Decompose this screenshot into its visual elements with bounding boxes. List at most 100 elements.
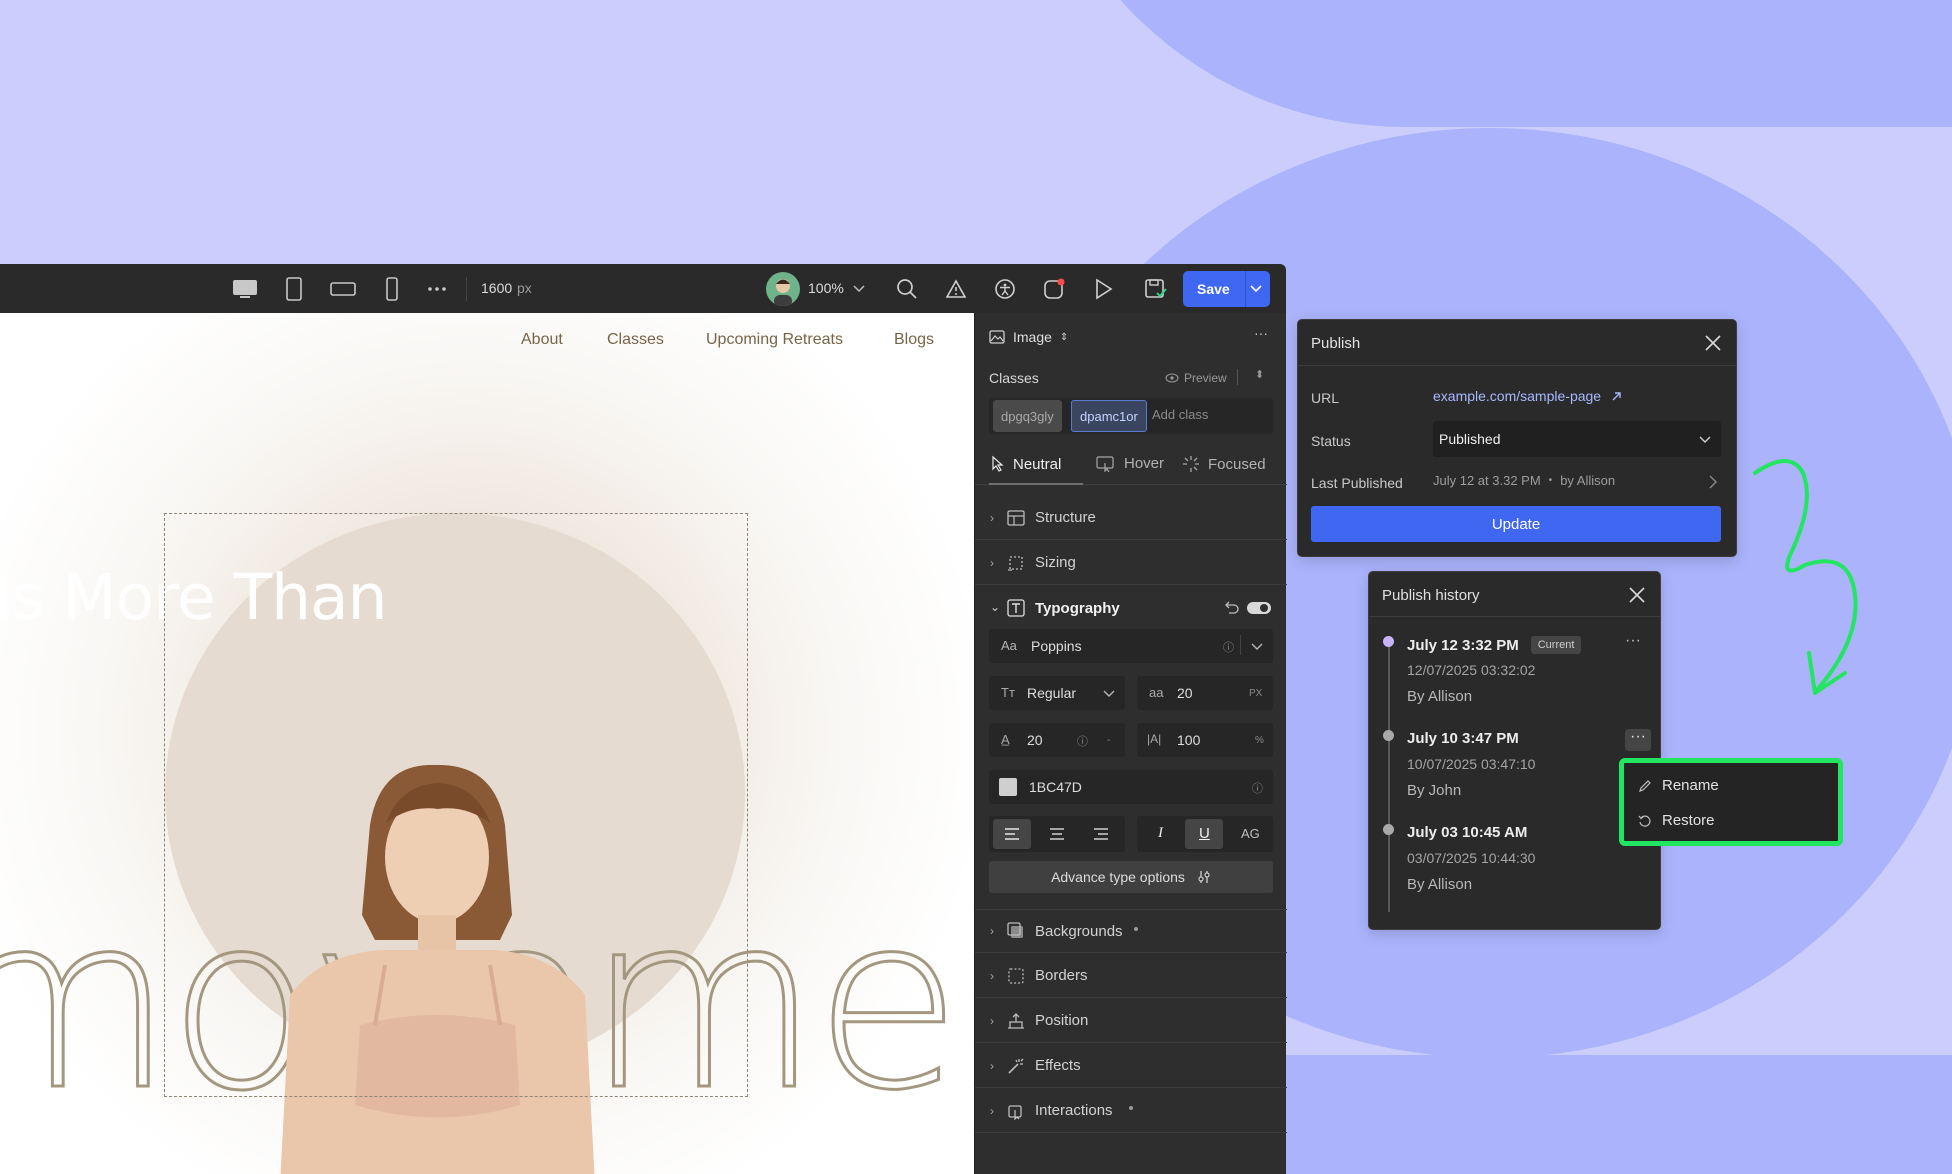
last-published-info[interactable]: July 12 at 3.32 PM • by Allison [1433,473,1615,488]
section-label: Interactions [1035,1102,1113,1119]
letter-spacing-field[interactable]: |A| 100 % [1137,723,1273,757]
chevron-right-icon: › [990,555,994,570]
tablet-icon[interactable] [281,276,307,302]
nav-link-retreats[interactable]: Upcoming Retreats [706,331,843,349]
chevron-down-icon[interactable] [846,276,872,302]
state-tabs: Neutral Hover Focused [975,443,1287,485]
line-height-field[interactable]: A̲ 20 ⓘ - [989,723,1125,757]
history-item-timestamp: 10/07/2025 03:47:10 [1407,756,1536,772]
update-button[interactable]: Update [1311,506,1721,542]
text-color-field[interactable]: 1BC47D ⓘ [989,770,1273,804]
font-weight-select[interactable]: Tт Regular [989,676,1125,710]
italic-button[interactable]: I [1158,825,1163,842]
typography-toggle[interactable] [1247,602,1271,614]
close-icon[interactable] [1702,332,1724,354]
font-family-select[interactable]: Aa Poppins ⓘ [989,629,1273,663]
zoom-level[interactable]: 100% [808,280,844,296]
history-item[interactable]: July 12 3:32 PM Current 12/07/2025 03:32… [1407,636,1582,705]
section-effects[interactable]: › Effects [975,1044,1287,1088]
info-icon[interactable]: ⓘ [1223,639,1234,655]
align-center-icon[interactable] [1049,828,1065,840]
class-chip[interactable]: dpgq3gly [993,400,1062,432]
canvas-width-value[interactable]: 1600 [481,280,512,296]
url-link[interactable]: example.com/sample-page [1433,388,1622,404]
line-height-value[interactable]: 20 [1027,732,1043,748]
section-borders[interactable]: › Borders [975,954,1287,998]
section-position[interactable]: › Position [975,999,1287,1043]
mobile-icon[interactable] [379,276,405,302]
more-options-icon[interactable]: ··· [1254,325,1268,341]
backgrounds-icon [1007,922,1023,938]
save-button[interactable]: Save [1183,271,1270,307]
chevron-down-icon[interactable] [1250,281,1262,300]
uppercase-button[interactable]: AG [1241,826,1260,841]
save-status-icon[interactable] [1143,276,1169,302]
history-item[interactable]: July 10 3:47 PM 10/07/2025 03:47:10 By J… [1407,730,1535,799]
tab-focused[interactable]: Focused [1182,455,1266,473]
timeline-dot [1383,824,1394,835]
section-sizing[interactable]: › Sizing [975,541,1287,585]
font-size-value[interactable]: 20 [1177,685,1193,701]
line-height-icon: A̲ [1001,732,1010,747]
design-canvas[interactable]: About Classes Upcoming Retreats Blogs Is… [0,313,974,1174]
section-typography[interactable]: ⌄ Typography [975,588,1287,628]
play-icon[interactable] [1090,276,1116,302]
tablet-landscape-icon[interactable] [330,276,356,302]
underline-label: U [1199,825,1210,842]
more-icon[interactable] [424,276,450,302]
section-label: Effects [1035,1057,1081,1074]
color-swatch[interactable] [999,778,1017,796]
font-size-field[interactable]: aa 20 PX [1137,676,1273,710]
rename-menu-item[interactable]: Rename [1638,777,1719,794]
interactions-icon [1008,1104,1022,1120]
align-right-icon[interactable] [1093,828,1109,840]
color-hex-value[interactable]: 1BC47D [1029,779,1082,795]
status-select[interactable]: Published [1433,421,1721,457]
nav-link-about[interactable]: About [521,331,563,349]
more-options-icon[interactable]: ··· [1625,729,1651,751]
add-class-input[interactable]: Add class [1152,407,1208,422]
tab-neutral[interactable]: Neutral [989,455,1061,473]
info-icon[interactable]: ⓘ [1077,733,1088,749]
selected-element-outline [164,513,748,1097]
more-options-icon[interactable]: ··· [1625,632,1641,650]
section-structure[interactable]: › Structure [975,496,1287,540]
nav-link-classes[interactable]: Classes [607,331,664,349]
chevron-right-icon[interactable] [1709,475,1717,489]
avatar[interactable] [766,272,800,306]
preview-toggle[interactable]: Preview [1184,371,1227,385]
last-published-value: July 12 at 3.32 PM [1433,473,1541,488]
sort-icon[interactable]: ⇕ [1060,332,1068,343]
align-left-icon [1005,828,1019,840]
typography-icon [1007,599,1025,617]
class-selector[interactable]: dpgq3gly dpamc1or Add class [989,398,1273,434]
section-interactions[interactable]: › Interactions [975,1089,1287,1133]
accessibility-icon[interactable] [992,276,1018,302]
chevron-right-icon: › [990,968,994,983]
info-icon[interactable]: ⓘ [1252,780,1263,796]
effects-icon [1008,1058,1024,1074]
nav-link-blogs[interactable]: Blogs [894,331,934,349]
letter-spacing-value[interactable]: 100 [1177,732,1200,748]
close-icon[interactable] [1626,584,1648,606]
section-backgrounds[interactable]: › Backgrounds [975,909,1287,953]
undo-icon[interactable] [1223,601,1239,615]
warning-icon[interactable] [943,276,969,302]
timeline-dot [1383,730,1394,741]
history-item[interactable]: July 03 10:45 AM 03/07/2025 10:44:30 By … [1407,824,1535,893]
class-chip-active[interactable]: dpamc1or [1071,400,1147,432]
element-type-label[interactable]: Image [1013,329,1052,345]
underline-button[interactable]: U [1185,819,1223,849]
expand-icon[interactable]: ⬍ [1255,368,1264,381]
restore-menu-item[interactable]: Restore [1638,812,1715,829]
align-left-button[interactable] [993,819,1031,849]
tab-hover[interactable]: Hover [1096,455,1164,472]
tab-underline [989,483,1083,485]
section-label: Backgrounds [1035,922,1123,940]
history-item-timestamp: 12/07/2025 03:32:02 [1407,662,1536,678]
letter-spacing-icon: |A| [1147,732,1162,746]
advance-type-button[interactable]: Advance type options [989,861,1273,893]
desktop-icon[interactable] [232,276,258,302]
notifications-icon[interactable] [1041,276,1067,302]
search-icon[interactable] [894,276,920,302]
